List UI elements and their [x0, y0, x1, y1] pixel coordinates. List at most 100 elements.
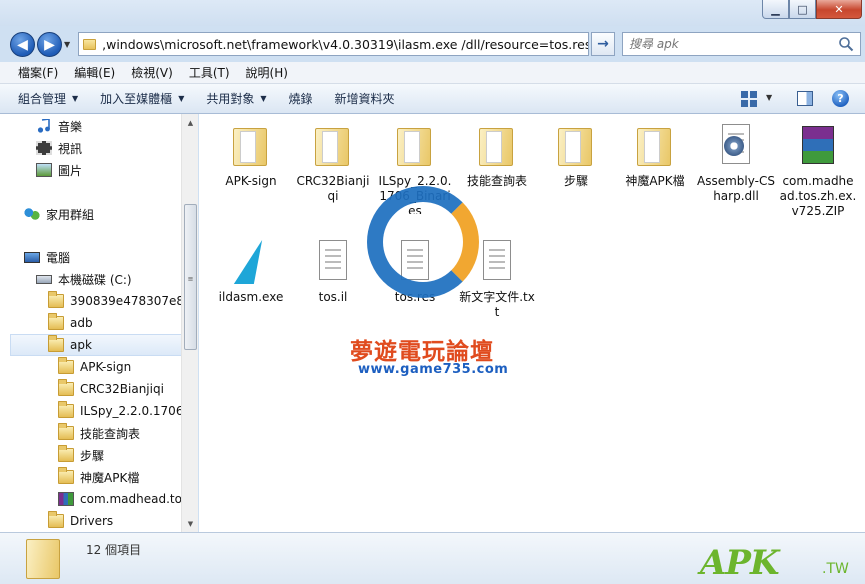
- nav-item-folder[interactable]: 步驟: [58, 444, 197, 466]
- minimize-button[interactable]: ▁: [762, 0, 789, 19]
- homegroup-icon: [24, 207, 40, 221]
- rar-archive-icon: [794, 122, 842, 170]
- menu-view[interactable]: 檢視(V): [123, 64, 181, 81]
- back-arrow-icon: ◀: [17, 36, 28, 53]
- file-item[interactable]: CRC32Bianjiqi: [294, 122, 372, 204]
- nav-item-videos[interactable]: 視訊: [36, 137, 197, 159]
- music-icon: [36, 118, 52, 133]
- chevron-down-icon: ▼: [178, 94, 185, 103]
- nav-item-label: CRC32Bianjiqi: [80, 382, 164, 396]
- file-name: 新文字文件.txt: [459, 290, 535, 319]
- nav-item-music[interactable]: 音樂: [36, 115, 197, 137]
- change-view-icon[interactable]: [741, 91, 757, 107]
- nav-item-folder[interactable]: adb: [48, 312, 197, 334]
- maximize-button[interactable]: □: [789, 0, 816, 19]
- search-input[interactable]: [629, 37, 829, 51]
- file-item[interactable]: 步驟: [537, 122, 615, 189]
- search-box[interactable]: [622, 32, 861, 56]
- file-item[interactable]: tos.il: [294, 238, 372, 305]
- nav-item-folder[interactable]: CRC32Bianjiqi: [58, 378, 197, 400]
- nav-item-pictures[interactable]: 圖片: [36, 159, 197, 181]
- file-item[interactable]: 技能查詢表: [458, 122, 536, 189]
- chevron-down-icon: ▼: [260, 94, 267, 103]
- share-with-label: 共用對象: [206, 92, 255, 106]
- nav-item-folder[interactable]: ILSpy_2.2.0.1706_E: [58, 400, 197, 422]
- nav-item-archive[interactable]: com.madhead.tos: [58, 488, 197, 510]
- add-to-library-button[interactable]: 加入至媒體櫃 ▼: [100, 90, 184, 107]
- rar-archive-icon: [58, 492, 74, 506]
- help-icon[interactable]: ?: [832, 90, 849, 107]
- organize-button[interactable]: 組合管理 ▼: [18, 90, 78, 107]
- burn-button[interactable]: 燒錄: [289, 90, 313, 107]
- file-name: Assembly-CSharp.dll: [697, 174, 775, 203]
- nav-item-folder[interactable]: 神魔APK檔: [58, 466, 197, 488]
- go-arrow-icon: →: [597, 36, 609, 52]
- file-item[interactable]: Assembly-CSharp.dll: [697, 122, 775, 204]
- watermark-title: 夢遊電玩論壇: [350, 339, 494, 365]
- file-name: APK-sign: [225, 174, 277, 188]
- menu-help[interactable]: 說明(H): [238, 64, 296, 81]
- new-folder-button[interactable]: 新增資料夾: [335, 90, 395, 107]
- menu-tools[interactable]: 工具(T): [181, 64, 238, 81]
- lightning-exe-icon: [227, 238, 275, 286]
- folder-icon: [58, 379, 74, 396]
- nav-item-label: Drivers: [70, 514, 114, 528]
- file-item[interactable]: 神魔APK檔: [616, 122, 694, 189]
- share-with-button[interactable]: 共用對象 ▼: [206, 90, 266, 107]
- folder-icon: [48, 291, 64, 308]
- nav-item-apk-selected[interactable]: apk: [10, 334, 191, 356]
- folder-icon: [58, 423, 74, 440]
- nav-item-folder[interactable]: 390839e478307e8e: [48, 290, 197, 312]
- nav-item-label: 圖片: [58, 163, 83, 178]
- nav-item-homegroup[interactable]: 家用群組: [24, 203, 197, 225]
- nav-item-folder[interactable]: 技能查詢表: [58, 422, 197, 444]
- preview-pane-icon[interactable]: [797, 91, 813, 106]
- menu-edit[interactable]: 編輯(E): [66, 64, 123, 81]
- file-name: 技能查詢表: [466, 174, 527, 188]
- text-file-icon: [473, 238, 521, 286]
- folder-icon: [58, 467, 74, 484]
- file-item[interactable]: com.madhead.tos.zh.ex.v725.ZIP: [779, 122, 857, 219]
- organize-label: 組合管理: [18, 92, 67, 106]
- nav-item-label: 神魔APK檔: [80, 470, 140, 485]
- forward-button[interactable]: ▶: [37, 32, 62, 57]
- file-name: CRC32Bianjiqi: [296, 174, 370, 203]
- folder-icon: [58, 401, 74, 418]
- view-options-dropdown[interactable]: ▼: [766, 93, 772, 102]
- folder-icon: [309, 122, 357, 170]
- file-item[interactable]: APK-sign: [212, 122, 290, 189]
- scroll-up-arrow[interactable]: ▲: [182, 114, 199, 131]
- file-name: 步驟: [563, 174, 588, 188]
- nav-item-local-disk-c[interactable]: 本機磁碟 (C:): [36, 268, 197, 290]
- close-button[interactable]: ✕: [816, 0, 862, 19]
- address-bar[interactable]: ,windows\microsoft.net\framework\v4.0.30…: [78, 32, 589, 56]
- address-path[interactable]: ,windows\microsoft.net\framework\v4.0.30…: [102, 37, 588, 52]
- folder-icon: [227, 122, 275, 170]
- file-item[interactable]: ildasm.exe: [212, 238, 290, 305]
- go-button[interactable]: →: [591, 32, 615, 56]
- search-icon[interactable]: [838, 36, 854, 52]
- scroll-down-arrow[interactable]: ▼: [182, 515, 199, 532]
- nav-item-label: 步驟: [80, 448, 105, 463]
- folder-icon: [83, 38, 97, 50]
- dll-file-icon: [712, 122, 760, 170]
- back-button[interactable]: ◀: [10, 32, 35, 57]
- folder-icon: [473, 122, 521, 170]
- folder-icon: [552, 122, 600, 170]
- add-to-library-label: 加入至媒體櫃: [100, 92, 173, 106]
- text-file-icon: [309, 238, 357, 286]
- video-icon: [36, 141, 52, 155]
- menu-file[interactable]: 檔案(F): [10, 64, 66, 81]
- file-name: tos.il: [318, 290, 348, 304]
- nav-item-folder[interactable]: Drivers: [48, 510, 197, 532]
- new-folder-label: 新增資料夾: [334, 92, 395, 106]
- nav-item-label: 視訊: [58, 141, 83, 156]
- nav-pane-scrollbar[interactable]: ▲ ≡ ▼: [181, 114, 198, 532]
- file-name: com.madhead.tos.zh.ex.v725.ZIP: [779, 174, 857, 218]
- computer-icon: [24, 251, 40, 263]
- recent-pages-dropdown[interactable]: ▼: [64, 40, 70, 49]
- nav-item-label: 家用群組: [46, 207, 95, 222]
- folder-icon: [48, 511, 64, 528]
- nav-item-folder[interactable]: APK-sign: [58, 356, 197, 378]
- nav-item-computer[interactable]: 電腦: [24, 246, 197, 268]
